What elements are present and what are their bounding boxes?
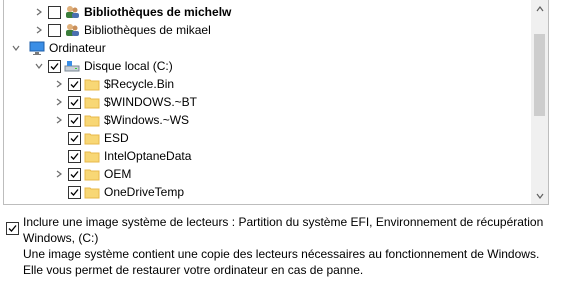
- system-image-checkbox[interactable]: [6, 222, 19, 235]
- tree-item-label: $Recycle.Bin: [104, 77, 175, 91]
- users-library-icon: [64, 4, 80, 20]
- chevron-down-icon[interactable]: [9, 39, 23, 57]
- checkbox-checked[interactable]: [48, 59, 61, 73]
- checkbox-checked[interactable]: [68, 185, 81, 199]
- checkbox[interactable]: [48, 5, 61, 19]
- folder-icon: [84, 184, 100, 200]
- tree-item-label: Ordinateur: [49, 41, 106, 55]
- chevron-right-icon[interactable]: [32, 3, 46, 21]
- chevron-right-icon[interactable]: [52, 93, 66, 111]
- tree-item-folder[interactable]: $Windows.~WS: [52, 111, 189, 129]
- tree-item-bibliotheques-mikael[interactable]: Bibliothèques de mikael: [32, 21, 211, 39]
- tree-item-folder[interactable]: OneDriveTemp: [52, 183, 184, 201]
- users-library-icon: [64, 22, 80, 38]
- folder-icon: [84, 94, 100, 110]
- checkbox-checked[interactable]: [68, 149, 81, 163]
- checkbox-checked[interactable]: [68, 95, 81, 109]
- checkbox-checked[interactable]: [68, 131, 81, 145]
- tree-item-label: OneDriveTemp: [104, 185, 185, 199]
- computer-icon: [29, 40, 45, 56]
- tree-item-label: OEM: [104, 167, 132, 181]
- tree-item-folder[interactable]: $WINDOWS.~BT: [52, 93, 197, 111]
- tree-item-bibliotheques-michelw[interactable]: Bibliothèques de michelw: [32, 3, 231, 21]
- checkbox-checked[interactable]: [68, 77, 81, 91]
- chevron-right-icon[interactable]: [52, 75, 66, 93]
- scroll-up-icon[interactable]: [531, 0, 548, 17]
- tree-item-label: Bibliothèques de michelw: [84, 5, 232, 19]
- chevron-right-icon[interactable]: [52, 165, 66, 183]
- scroll-down-icon[interactable]: [531, 187, 548, 204]
- tree-item-ordinateur[interactable]: Ordinateur: [9, 39, 106, 57]
- drive-icon: [64, 58, 80, 74]
- tree-item-label: Disque local (C:): [84, 59, 173, 73]
- checkbox-checked[interactable]: [68, 113, 81, 127]
- folder-icon: [84, 130, 100, 146]
- checkbox-checked[interactable]: [68, 167, 81, 181]
- tree-item-label: $Windows.~WS: [104, 113, 190, 127]
- tree-item-folder[interactable]: OEM: [52, 165, 131, 183]
- vertical-scrollbar[interactable]: [531, 0, 548, 204]
- tree-item-folder[interactable]: ESD: [52, 129, 129, 147]
- folder-icon: [84, 112, 100, 128]
- tree-item-folder[interactable]: $Recycle.Bin: [52, 75, 174, 93]
- folder-icon: [84, 148, 100, 164]
- tree-item-label: IntelOptaneData: [104, 149, 192, 163]
- tree-item-label: ESD: [104, 131, 129, 145]
- tree-item-folder[interactable]: IntelOptaneData: [52, 147, 191, 165]
- tree-item-label: $WINDOWS.~BT: [104, 95, 198, 109]
- chevron-right-icon[interactable]: [32, 21, 46, 39]
- checkbox[interactable]: [48, 23, 61, 37]
- tree-item-label: Bibliothèques de mikael: [84, 23, 211, 37]
- folder-icon: [84, 166, 100, 182]
- system-image-description: Une image système contient une copie des…: [23, 247, 540, 277]
- chevron-down-icon[interactable]: [32, 57, 46, 75]
- backup-tree-view[interactable]: Bibliothèques de michelw Bibliothèques d…: [3, 0, 549, 205]
- tree-item-disque-local[interactable]: Disque local (C:): [32, 57, 173, 75]
- folder-icon: [84, 76, 100, 92]
- chevron-right-icon[interactable]: [52, 111, 66, 129]
- system-image-label[interactable]: Inclure une image système de lecteurs : …: [23, 214, 553, 246]
- scrollbar-thumb[interactable]: [534, 34, 545, 116]
